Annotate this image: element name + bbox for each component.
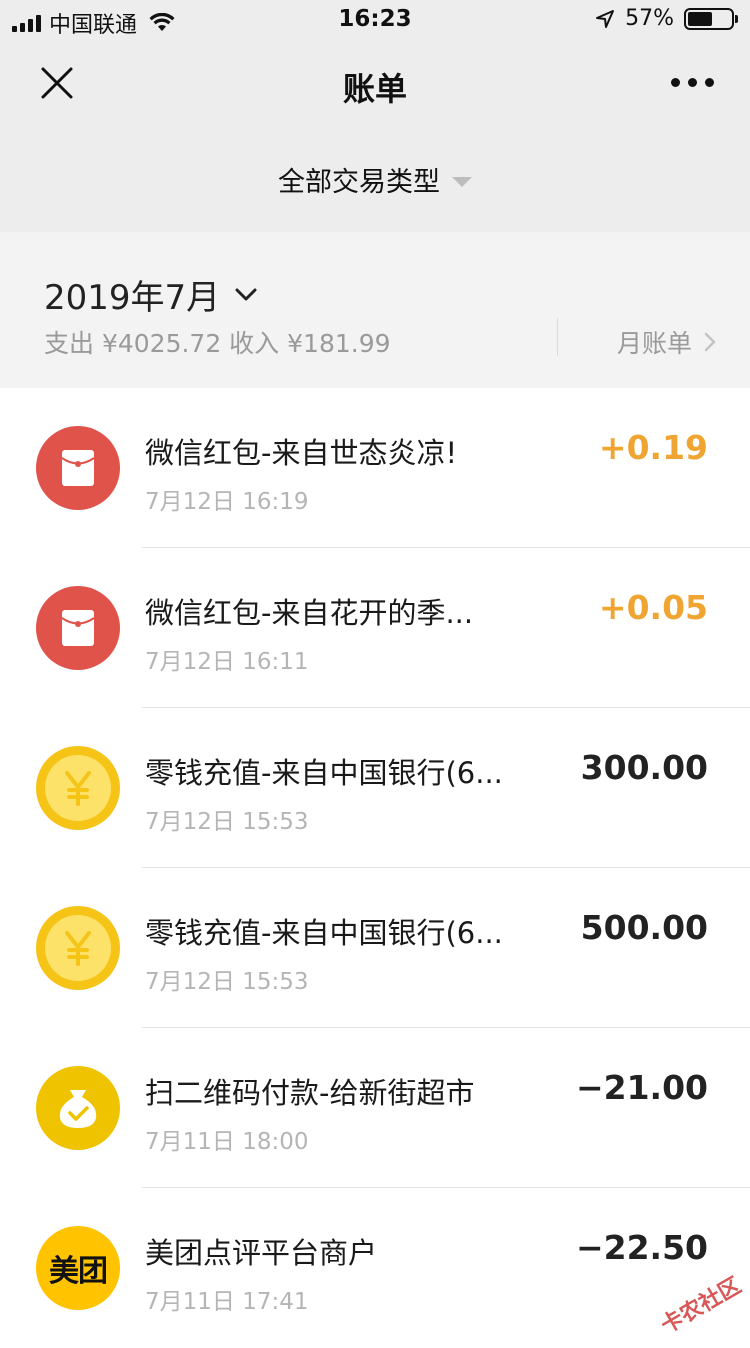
divider xyxy=(557,318,558,356)
month-header: 2019年7月 支出 ¥4025.72 收入 ¥181.99 月账单 xyxy=(0,232,750,388)
more-icon[interactable] xyxy=(671,78,714,87)
monthly-bill-link[interactable]: 月账单 xyxy=(617,324,716,360)
transaction-title: 零钱充值-来自中国银行(6... xyxy=(145,916,503,950)
transaction-title: 扫二维码付款-给新街超市 xyxy=(145,1076,475,1110)
transaction-amount: +0.19 xyxy=(598,428,708,467)
transaction-time: 7月12日 16:19 xyxy=(145,489,309,515)
monthly-bill-label: 月账单 xyxy=(616,329,692,358)
nav-bar: 账单 xyxy=(0,40,750,130)
header-area: 中国联通 16:23 57% 账单 全部交易类型 xyxy=(0,0,750,232)
yuan-coin-icon xyxy=(36,746,120,830)
transaction-row[interactable]: 美团 美团点评平台商户 7月11日 17:41 −22.50 xyxy=(0,1188,750,1348)
dropdown-triangle-icon xyxy=(452,176,472,187)
transaction-time: 7月11日 18:00 xyxy=(145,1129,309,1155)
meituan-logo-icon: 美团 xyxy=(36,1226,120,1310)
transaction-title: 微信红包-来自世态炎凉! xyxy=(145,436,458,470)
transaction-title: 零钱充值-来自中国银行(6... xyxy=(145,756,503,790)
transaction-title: 微信红包-来自花开的季... xyxy=(145,596,474,630)
transaction-time: 7月12日 15:53 xyxy=(145,969,309,995)
red-packet-icon xyxy=(36,586,120,670)
page-title: 账单 xyxy=(342,70,407,108)
meituan-logo-text: 美团 xyxy=(49,1254,108,1289)
transaction-amount: +0.05 xyxy=(598,588,708,627)
month-title: 2019年7月 xyxy=(44,278,221,318)
transaction-row[interactable]: 零钱充值-来自中国银行(6... 7月12日 15:53 500.00 xyxy=(0,868,750,1028)
transaction-row[interactable]: 扫二维码付款-给新街超市 7月11日 18:00 −21.00 xyxy=(0,1028,750,1188)
transaction-row[interactable]: 零钱充值-来自中国银行(6... 7月12日 15:53 300.00 xyxy=(0,708,750,868)
transaction-row[interactable]: 微信红包-来自花开的季... 7月12日 16:11 +0.05 xyxy=(0,548,750,708)
filter-label: 全部交易类型 xyxy=(278,167,440,198)
battery-icon xyxy=(684,7,738,30)
yuan-coin-icon xyxy=(36,906,120,990)
transaction-time: 7月12日 16:11 xyxy=(145,649,309,675)
transaction-row[interactable]: 微信红包-来自世态炎凉! 7月12日 16:19 +0.19 xyxy=(0,388,750,548)
month-summary: 支出 ¥4025.72 收入 ¥181.99 xyxy=(44,329,391,358)
transaction-amount: −21.00 xyxy=(575,1068,708,1107)
transaction-amount: −22.50 xyxy=(575,1228,708,1267)
status-bar: 中国联通 16:23 57% xyxy=(0,0,750,40)
transaction-title: 美团点评平台商户 xyxy=(145,1236,378,1270)
transaction-amount: 500.00 xyxy=(580,908,708,947)
money-bag-icon xyxy=(36,1066,120,1150)
location-arrow-icon xyxy=(596,9,615,28)
transaction-time: 7月12日 15:53 xyxy=(145,809,309,835)
chevron-right-icon xyxy=(704,332,716,352)
transaction-type-filter[interactable]: 全部交易类型 xyxy=(0,160,750,199)
transaction-time: 7月11日 17:41 xyxy=(145,1289,309,1315)
transaction-amount: 300.00 xyxy=(580,748,708,787)
month-selector[interactable]: 2019年7月 xyxy=(44,270,258,319)
battery-percent: 57% xyxy=(625,6,674,31)
chevron-down-icon xyxy=(235,288,257,300)
red-packet-icon xyxy=(36,426,120,510)
transaction-list: 微信红包-来自世态炎凉! 7月12日 16:19 +0.19 微信红包-来自花开… xyxy=(0,388,750,1348)
